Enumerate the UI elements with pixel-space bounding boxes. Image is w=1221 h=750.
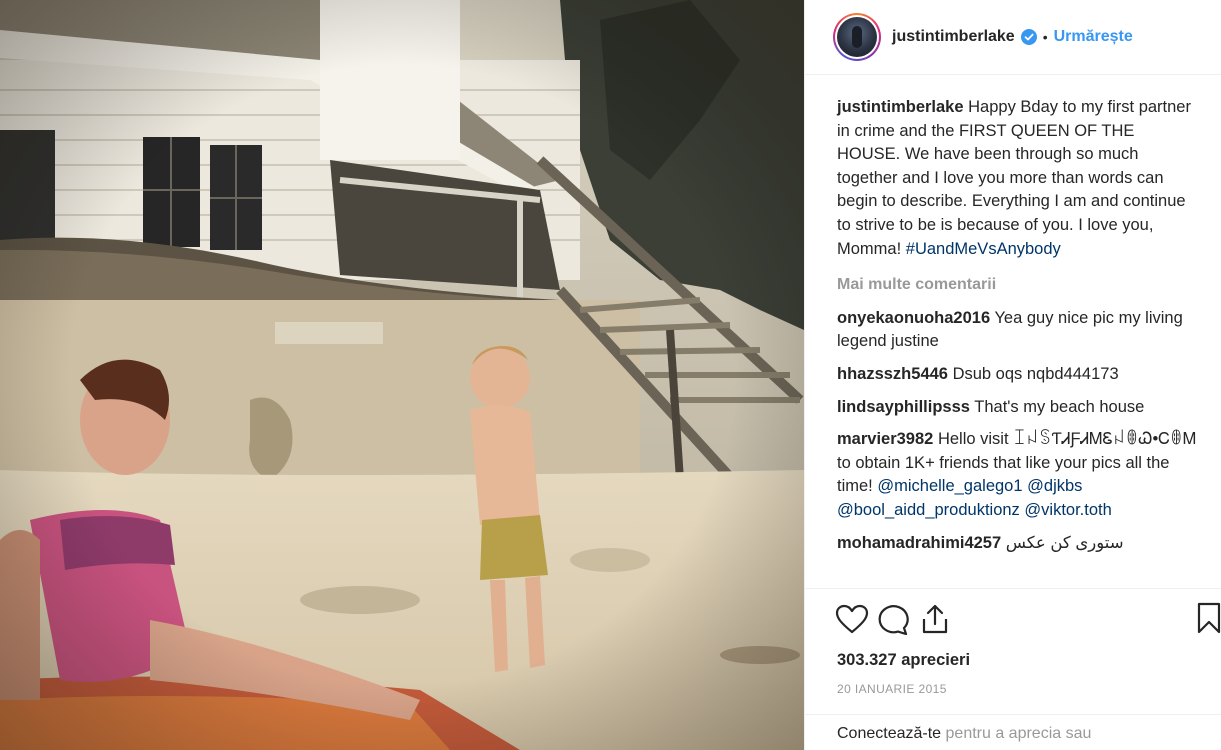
comment-username[interactable]: onyekaonuoha2016 [837,309,990,327]
comment-button[interactable] [877,599,917,639]
comment-mention[interactable]: @michelle_galego1 [877,477,1022,495]
header-username[interactable]: justintimberlake [892,28,1015,46]
comment-username[interactable]: mohamadrahimi4257 [837,534,1001,552]
speech-bubble-icon [878,604,909,635]
caption-hashtag[interactable]: #UandMeVsAnybody [906,240,1061,258]
comment-item: onyekaonuoha2016 Yea guy nice pic my liv… [837,307,1197,354]
comment-text: That's my beach house [974,397,1145,416]
comment-item: mohamadrahimi4257 ستوری کن عکس [837,532,1197,556]
vintage-beach-photo [0,0,804,750]
comment-mention[interactable]: @djkbs [1027,477,1082,495]
login-link[interactable]: Conectează-te [837,725,941,742]
share-icon [922,604,948,633]
post-header: justintimberlake • Urmărește [805,0,1221,75]
caption-text: Happy Bday to my first partner in crime … [837,98,1191,258]
comment-username[interactable]: lindsayphillipsss [837,398,970,416]
comment-text: Dsub oqs nqbd444173 [952,364,1119,383]
comment-item: lindsayphillipsss That's my beach house [837,396,1197,420]
comment-username[interactable]: hhazsszh5446 [837,365,948,383]
post-actions-bar [805,588,1221,648]
like-button[interactable] [835,599,875,639]
post-date: 20 IANUARIE 2015 [837,682,947,696]
avatar-image [837,17,877,57]
comment-username[interactable]: marvier3982 [837,430,933,448]
share-button[interactable] [919,599,959,639]
avatar[interactable] [833,13,881,61]
comment-item: marvier3982 Hello visit ꀤꈤꌗƬᏗƑᏗᎷᏋꈤꂦᏇ•ᏟꂦᎷ… [837,428,1197,522]
comment-mention[interactable]: @viktor.toth [1024,501,1111,519]
comment-item: hhazsszh5446 Dsub oqs nqbd444173 [837,363,1197,387]
post-caption: justintimberlake Happy Bday to my first … [837,96,1197,261]
comment-text: ستوری کن عکس [1005,533,1124,552]
post-photo[interactable] [0,0,804,750]
follow-button[interactable]: Urmărește [1054,28,1133,46]
caption-username[interactable]: justintimberlake [837,98,964,116]
heart-icon [835,604,869,633]
more-comments-button[interactable]: Mai multe comentarii [837,273,1197,297]
header-separator: • [1042,29,1048,45]
post-side-panel: justintimberlake • Urmărește justintimbe… [805,0,1221,750]
verified-badge-icon [1020,29,1037,45]
comment-mention[interactable]: @bool_aidd_produktionz [837,501,1020,519]
login-prompt-text: pentru a aprecia sau [945,725,1092,742]
login-prompt: Conectează-te pentru a aprecia sau [805,714,1221,750]
comments-list[interactable]: justintimberlake Happy Bday to my first … [805,76,1221,588]
bookmark-icon[interactable] [1197,602,1221,634]
likes-count[interactable]: 303.327 aprecieri [837,651,970,670]
